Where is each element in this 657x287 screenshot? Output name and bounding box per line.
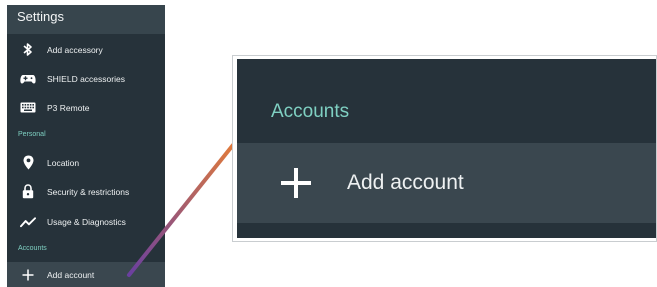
zoom-callout: Accounts Add account [232, 55, 657, 242]
zoom-panel: Accounts Add account [237, 59, 656, 238]
zoom-add-account-label: Add account [347, 171, 464, 194]
zoom-accounts-header: Accounts [271, 101, 350, 122]
zoom-add-account-item[interactable]: Add account [237, 143, 656, 223]
plus-icon [279, 166, 313, 200]
